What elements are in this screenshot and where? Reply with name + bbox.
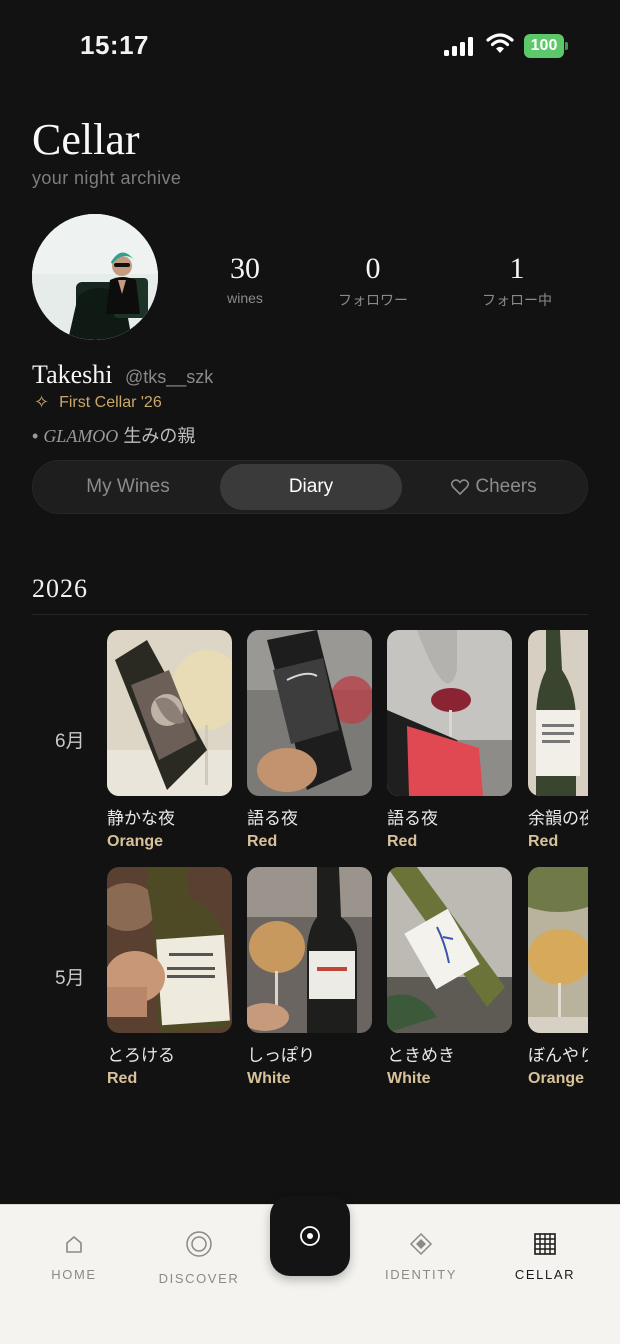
- diary-card-type: White: [387, 1070, 431, 1087]
- wine-photo: [528, 867, 588, 1033]
- tab-cheers-label: Cheers: [475, 476, 537, 497]
- cellar-badge: ✧ First Cellar '26: [34, 392, 162, 413]
- diary-card[interactable]: ぼんやり Orange: [528, 867, 588, 1088]
- diary-card-type: Red: [247, 833, 278, 850]
- diamond-icon: [361, 1229, 481, 1259]
- tab-cheers[interactable]: Cheers: [403, 464, 585, 510]
- wine-photo: [247, 867, 372, 1033]
- diary-card[interactable]: 語る夜 Red: [247, 630, 372, 851]
- page-subtitle: your night archive: [32, 168, 182, 188]
- diary-card-title: 静かな夜: [107, 809, 175, 828]
- wine-photo: [107, 630, 232, 796]
- user-handle: @tks__szk: [124, 367, 214, 387]
- display-name: Takeshi: [32, 360, 113, 389]
- diary-card-title: 語る夜: [247, 809, 298, 828]
- diary-card-title: とろける: [107, 1046, 175, 1065]
- diary-card-type: Red: [107, 1070, 138, 1087]
- tab-my-wines-label: My Wines: [86, 476, 170, 497]
- nav-cellar-label: CELLAR: [514, 1267, 576, 1282]
- tab-my-wines[interactable]: My Wines: [37, 464, 219, 510]
- diary-card-type: Orange: [528, 1070, 585, 1087]
- month-row-may: 5月 とろける Red しっぽり White ときめき White ぼんやり O…: [0, 867, 588, 1087]
- diary-gallery[interactable]: 6月 静かな夜 Orange 語る夜 Red 語る夜 Red 余韻の夜 Red …: [0, 630, 588, 1100]
- stat-following[interactable]: 1 フォロー中: [457, 252, 577, 310]
- month-row-june: 6月 静かな夜 Orange 語る夜 Red 語る夜 Red 余韻の夜 Red: [0, 630, 588, 850]
- stat-wines-value: 30: [230, 252, 260, 285]
- nav-identity[interactable]: IDENTITY: [361, 1229, 481, 1282]
- wine-photo: [387, 630, 512, 796]
- cellular-signal-icon: [444, 36, 476, 56]
- discover-icon: [139, 1229, 259, 1259]
- grid-icon: [485, 1229, 605, 1259]
- profile-tabs: My Wines Diary Cheers: [32, 460, 588, 514]
- nav-home-label: HOME: [51, 1267, 97, 1282]
- diary-card-type: Red: [387, 833, 418, 850]
- diary-card-type: Red: [528, 833, 559, 850]
- diary-card-title: 余韻の夜: [528, 809, 588, 828]
- stat-wines[interactable]: 30 wines: [185, 252, 305, 306]
- diary-card-title: ときめき: [387, 1046, 455, 1065]
- diary-card-type: Orange: [107, 833, 164, 850]
- diary-card[interactable]: 静かな夜 Orange: [107, 630, 232, 851]
- stat-followers[interactable]: 0 フォロワー: [313, 252, 433, 310]
- record-icon: [299, 1225, 321, 1247]
- diary-card-title: しっぽり: [247, 1046, 315, 1065]
- badge-label: First Cellar '26: [59, 393, 162, 411]
- diary-card-title: 語る夜: [387, 809, 438, 828]
- wine-photo: [528, 630, 588, 796]
- diary-card[interactable]: ときめき White: [387, 867, 512, 1088]
- page-title: Cellar: [32, 115, 140, 164]
- month-label: 5月: [55, 968, 85, 989]
- home-icon: [14, 1229, 134, 1259]
- diary-card[interactable]: 語る夜 Red: [387, 630, 512, 851]
- battery-level: 100: [524, 34, 564, 58]
- nav-discover-label: DISCOVER: [158, 1271, 240, 1286]
- status-time: 15:17: [80, 30, 149, 60]
- month-label: 6月: [55, 731, 85, 752]
- sparkle-icon: ✧: [34, 392, 50, 412]
- wine-photo: [247, 630, 372, 796]
- bio-text: 生みの親: [123, 426, 196, 446]
- year-heading: 2026: [32, 574, 88, 603]
- stat-followers-value: 0: [365, 252, 381, 285]
- profile-name-row: Takeshi @tks__szk: [32, 360, 213, 390]
- stat-wines-label: wines: [227, 290, 263, 306]
- battery-icon: 100: [524, 34, 568, 58]
- tab-diary[interactable]: Diary: [220, 464, 402, 510]
- wifi-icon: [486, 32, 514, 56]
- status-bar: 15:17 100: [0, 0, 620, 92]
- avatar[interactable]: [32, 214, 158, 340]
- record-button[interactable]: [270, 1196, 350, 1276]
- stat-following-value: 1: [509, 252, 525, 285]
- nav-discover[interactable]: DISCOVER: [139, 1229, 259, 1286]
- diary-card[interactable]: とろける Red: [107, 867, 232, 1088]
- stat-followers-label: フォロワー: [338, 292, 408, 308]
- nav-home[interactable]: HOME: [14, 1229, 134, 1282]
- bio-brand: GLAMOO: [43, 426, 119, 446]
- profile-bio: • GLAMOO 生みの親: [32, 426, 196, 446]
- diary-card[interactable]: しっぽり White: [247, 867, 372, 1088]
- year-divider: [32, 614, 588, 615]
- stat-following-label: フォロー中: [482, 292, 552, 308]
- wine-photo: [387, 867, 512, 1033]
- wine-photo: [107, 867, 232, 1033]
- tab-diary-label: Diary: [288, 476, 334, 497]
- diary-card-type: White: [247, 1070, 291, 1087]
- profile-stats: 30 wines 0 フォロワー 1 フォロー中: [180, 252, 620, 312]
- diary-card[interactable]: 余韻の夜 Red: [528, 630, 588, 851]
- diary-card-title: ぼんやり: [528, 1046, 588, 1065]
- nav-cellar[interactable]: CELLAR: [485, 1229, 605, 1282]
- nav-identity-label: IDENTITY: [384, 1267, 458, 1282]
- heart-icon: [451, 479, 470, 495]
